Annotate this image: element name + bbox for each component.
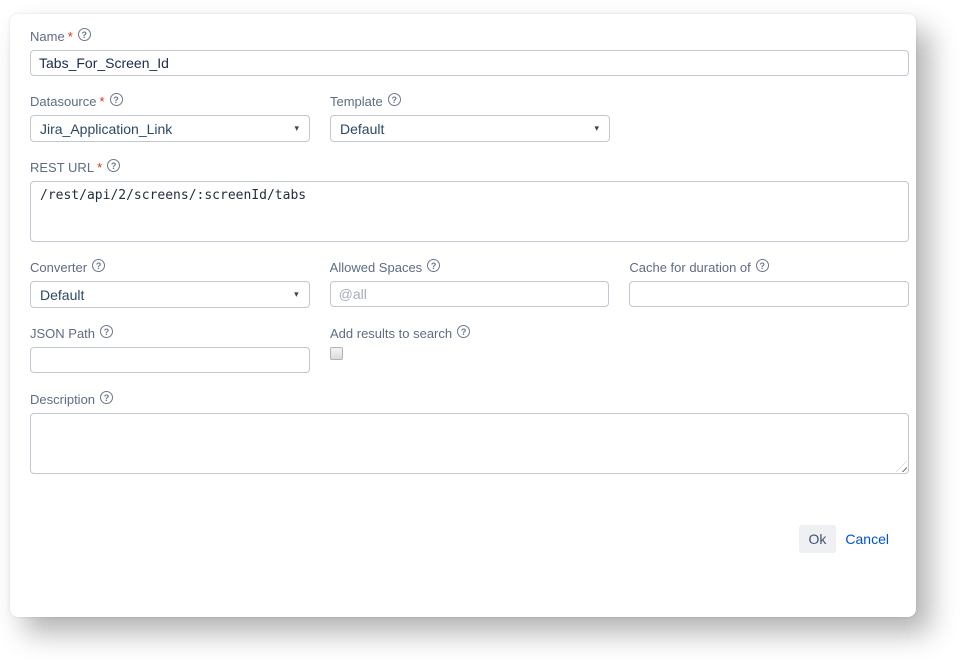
add-results-label-text: Add results to search — [330, 326, 452, 341]
field-description: Description ? — [30, 390, 909, 474]
help-icon[interactable]: ? — [457, 325, 470, 338]
json-path-label-text: JSON Path — [30, 326, 95, 341]
form-panel: Name * ? Datasource * ? Jira_Application… — [10, 14, 916, 617]
required-marker: * — [99, 94, 104, 109]
description-textarea[interactable] — [30, 413, 909, 474]
template-select[interactable]: Default ▾ — [330, 115, 610, 142]
datasource-label: Datasource * ? — [30, 92, 310, 110]
help-icon[interactable]: ? — [107, 159, 120, 172]
allowed-spaces-label-text: Allowed Spaces — [330, 260, 423, 275]
field-name: Name * ? — [30, 27, 909, 76]
help-icon[interactable]: ? — [92, 259, 105, 272]
button-row: Ok Cancel — [30, 525, 909, 553]
converter-label-text: Converter — [30, 260, 87, 275]
required-marker: * — [68, 29, 73, 44]
chevron-down-icon: ▾ — [594, 123, 599, 134]
add-results-label: Add results to search ? — [330, 324, 610, 342]
rest-url-textarea[interactable]: /rest/api/2/screens/:screenId/tabs — [30, 181, 909, 242]
chevron-down-icon: ▾ — [294, 289, 299, 300]
converter-label: Converter ? — [30, 258, 310, 276]
cache-label-text: Cache for duration of — [629, 260, 750, 275]
name-label-text: Name — [30, 29, 65, 44]
template-label-text: Template — [330, 94, 383, 109]
field-datasource: Datasource * ? Jira_Application_Link ▾ — [30, 92, 310, 142]
name-label: Name * ? — [30, 27, 909, 45]
help-icon[interactable]: ? — [78, 28, 91, 41]
template-label: Template ? — [330, 92, 610, 110]
template-select-value: Default — [340, 121, 384, 137]
help-icon[interactable]: ? — [388, 93, 401, 106]
allowed-spaces-label: Allowed Spaces ? — [330, 258, 610, 276]
help-icon[interactable]: ? — [100, 325, 113, 338]
rest-url-label-text: REST URL — [30, 160, 94, 175]
datasource-select[interactable]: Jira_Application_Link ▾ — [30, 115, 310, 142]
description-label-text: Description — [30, 392, 95, 407]
cache-duration-input[interactable] — [629, 281, 909, 307]
datasource-label-text: Datasource — [30, 94, 96, 109]
field-template: Template ? Default ▾ — [330, 92, 610, 142]
chevron-down-icon: ▾ — [294, 123, 299, 134]
ok-button[interactable]: Ok — [799, 525, 837, 553]
help-icon[interactable]: ? — [110, 93, 123, 106]
required-marker: * — [97, 160, 102, 175]
field-cache: Cache for duration of ? — [629, 258, 909, 308]
converter-select-value: Default — [40, 287, 84, 303]
allowed-spaces-input[interactable] — [330, 281, 610, 307]
json-path-label: JSON Path ? — [30, 324, 310, 342]
help-icon[interactable]: ? — [756, 259, 769, 272]
datasource-select-value: Jira_Application_Link — [40, 121, 172, 137]
rest-url-label: REST URL * ? — [30, 158, 909, 176]
field-converter: Converter ? Default ▾ — [30, 258, 310, 308]
description-label: Description ? — [30, 390, 909, 408]
help-icon[interactable]: ? — [427, 259, 440, 272]
field-add-results: Add results to search ? — [330, 324, 610, 373]
name-input[interactable] — [30, 50, 909, 76]
add-results-checkbox[interactable] — [330, 347, 343, 360]
cache-label: Cache for duration of ? — [629, 258, 909, 276]
help-icon[interactable]: ? — [100, 391, 113, 404]
field-rest-url: REST URL * ? /rest/api/2/screens/:screen… — [30, 158, 909, 242]
field-allowed-spaces: Allowed Spaces ? — [330, 258, 610, 308]
json-path-input[interactable] — [30, 347, 310, 373]
converter-select[interactable]: Default ▾ — [30, 281, 310, 308]
cancel-link[interactable]: Cancel — [845, 531, 889, 547]
field-json-path: JSON Path ? — [30, 324, 310, 373]
